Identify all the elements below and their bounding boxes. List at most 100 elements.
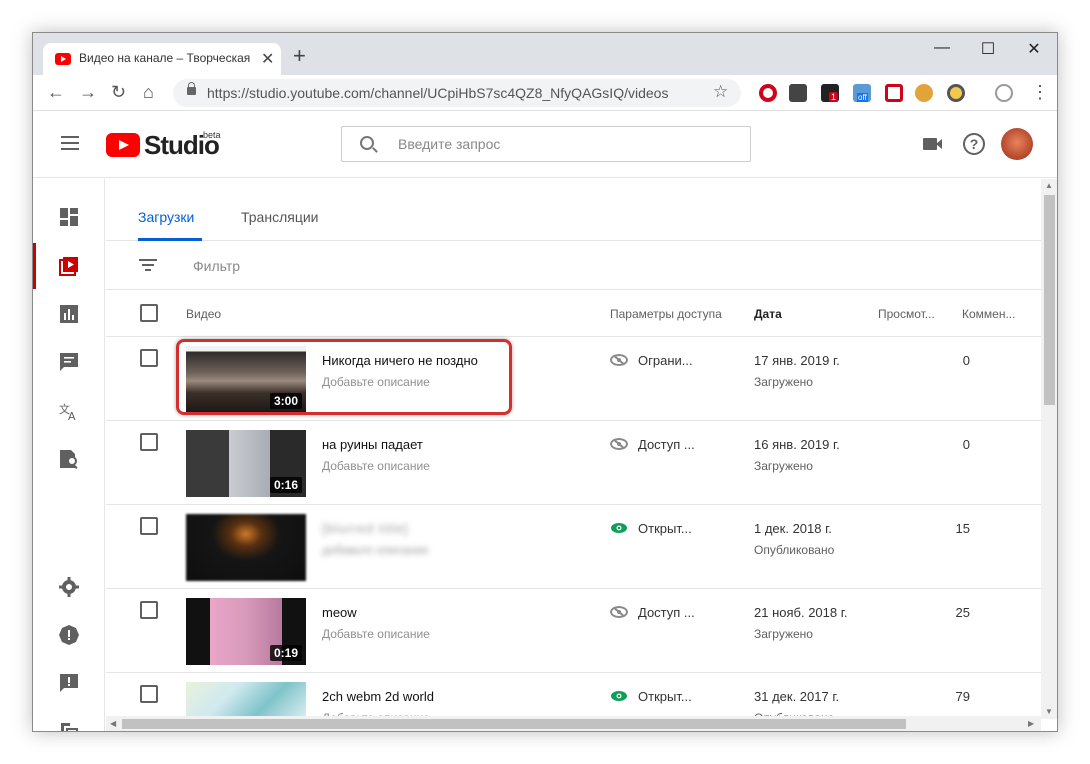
video-comments: 0	[976, 605, 1041, 620]
video-description[interactable]: добавьте описание	[322, 543, 429, 557]
horizontal-scrollbar[interactable]: ◀ ▶	[106, 716, 1041, 731]
table-row[interactable]: [blurred title] добавьте описание Открыт…	[106, 505, 1041, 589]
video-views: 15	[955, 521, 970, 536]
translations-icon[interactable]: 文A	[59, 401, 79, 421]
close-window-button[interactable]: ✕	[1011, 39, 1057, 59]
row-checkbox[interactable]	[140, 517, 158, 535]
visibility-label[interactable]: Доступ ...	[638, 437, 695, 452]
help-icon[interactable]: ?	[963, 133, 985, 155]
tab-close-icon[interactable]: ✕	[261, 49, 274, 69]
scroll-left-icon[interactable]: ◀	[110, 719, 116, 728]
profile-icon[interactable]	[995, 84, 1013, 102]
horizontal-scroll-thumb[interactable]	[122, 719, 906, 729]
browser-tab[interactable]: Видео на канале – Творческая с ✕	[43, 43, 281, 75]
back-button[interactable]: ←	[47, 82, 65, 102]
bookmark-star-icon[interactable]: ☆	[713, 82, 728, 102]
avatar[interactable]	[1001, 128, 1033, 160]
scroll-right-icon[interactable]: ▶	[1028, 719, 1034, 728]
video-description[interactable]: Добавьте описание	[322, 627, 430, 641]
comments-icon[interactable]	[59, 352, 79, 372]
video-thumbnail[interactable]: 0:19	[186, 598, 306, 665]
url-text: https://studio.youtube.com/channel/UCpiH…	[207, 85, 669, 101]
video-duration: 0:19	[269, 645, 302, 661]
scroll-up-icon[interactable]: ▲	[1045, 181, 1053, 190]
column-views[interactable]: Просмот...	[878, 307, 935, 321]
visibility-label[interactable]: Открыт...	[638, 689, 692, 704]
creator-studio-classic-icon[interactable]	[59, 721, 79, 732]
browser-menu-icon[interactable]: ⋮	[1031, 82, 1049, 102]
visibility-label[interactable]: Ограни...	[638, 353, 693, 368]
video-thumbnail[interactable]: 0:16	[186, 430, 306, 497]
video-description[interactable]: Добавьте описание	[322, 459, 430, 473]
tab-title: Видео на канале – Творческая с	[79, 51, 253, 65]
hamburger-menu-icon[interactable]	[61, 136, 79, 150]
browser-window: Видео на канале – Творческая с ✕ + — ☐ ✕…	[32, 32, 1058, 732]
play-extension-icon[interactable]	[885, 84, 903, 102]
column-comments[interactable]: Коммен...	[962, 307, 1015, 321]
video-title[interactable]: на руины падает	[322, 437, 423, 452]
alert-icon[interactable]	[59, 625, 79, 645]
maximize-button[interactable]: ☐	[965, 39, 1011, 59]
row-checkbox[interactable]	[140, 601, 158, 619]
highlight-annotation	[176, 339, 512, 415]
youtube-logo-icon[interactable]	[106, 133, 140, 157]
create-video-icon[interactable]	[923, 138, 942, 150]
video-thumbnail[interactable]	[186, 514, 306, 581]
owl-extension-icon[interactable]	[915, 84, 933, 102]
dashboard-icon[interactable]	[59, 207, 79, 227]
extension-icon[interactable]	[789, 84, 807, 102]
search-input[interactable]: Введите запрос	[398, 136, 500, 152]
forward-button[interactable]: →	[79, 82, 97, 102]
table-row[interactable]: 3:00 Никогда ничего не поздно Добавьте о…	[106, 337, 1041, 421]
new-tab-button[interactable]: +	[293, 45, 306, 67]
video-views: 25	[955, 605, 970, 620]
column-date[interactable]: Дата	[754, 307, 782, 321]
vertical-scroll-thumb[interactable]	[1044, 195, 1055, 405]
row-checkbox[interactable]	[140, 349, 158, 367]
opera-extension-icon[interactable]	[759, 84, 777, 102]
video-title[interactable]: 2ch webm 2d world	[322, 689, 434, 704]
video-duration: 0:16	[269, 477, 302, 493]
minimize-button[interactable]: —	[919, 39, 965, 57]
row-checkbox[interactable]	[140, 685, 158, 703]
video-date: 1 дек. 2018 г.	[754, 521, 832, 536]
tab-live[interactable]: Трансляции	[241, 209, 318, 225]
reload-button[interactable]: ↻	[111, 82, 126, 102]
filter-input[interactable]: Фильтр	[193, 258, 240, 274]
video-date: 17 янв. 2019 г.	[754, 353, 840, 368]
visibility-label[interactable]: Открыт...	[638, 521, 692, 536]
address-bar[interactable]: https://studio.youtube.com/channel/UCpiH…	[173, 79, 741, 107]
feedback-icon[interactable]	[59, 673, 79, 693]
video-thumbnail[interactable]	[186, 682, 306, 719]
video-status: Загружено	[754, 375, 813, 389]
table-row[interactable]: 2ch webm 2d world Добавьте описание Откр…	[106, 673, 1041, 719]
video-title[interactable]: [blurred title]	[322, 521, 409, 536]
analytics-icon[interactable]	[59, 304, 79, 324]
table-row[interactable]: 0:19 meow Добавьте описание Доступ ... 2…	[106, 589, 1041, 673]
coin-extension-icon[interactable]	[947, 84, 965, 102]
row-checkbox[interactable]	[140, 433, 158, 451]
eye-off-icon	[610, 438, 628, 450]
badge-extension-icon[interactable]: 1	[821, 84, 839, 102]
content-tabs: Загрузки Трансляции	[106, 179, 1041, 241]
video-status: Загружено	[754, 627, 813, 641]
select-all-checkbox[interactable]	[140, 304, 158, 322]
copyright-search-icon[interactable]	[59, 449, 79, 469]
scroll-down-icon[interactable]: ▼	[1045, 707, 1053, 716]
video-date: 31 дек. 2017 г.	[754, 689, 840, 704]
visibility-label[interactable]: Доступ ...	[638, 605, 695, 620]
table-row[interactable]: 0:16 на руины падает Добавьте описание Д…	[106, 421, 1041, 505]
home-button[interactable]: ⌂	[143, 82, 154, 102]
video-views: 0	[962, 437, 970, 452]
table-header: Видео Параметры доступа Дата Просмот... …	[106, 290, 1041, 337]
search-box[interactable]: Введите запрос	[341, 126, 751, 162]
settings-gear-icon[interactable]	[59, 577, 79, 597]
tab-uploads[interactable]: Загрузки	[138, 209, 194, 225]
vertical-scrollbar[interactable]: ▲ ▼	[1041, 179, 1057, 719]
video-comments: 0	[976, 521, 1041, 536]
video-title[interactable]: meow	[322, 605, 357, 620]
column-access[interactable]: Параметры доступа	[610, 307, 722, 321]
off-extension-icon[interactable]: off	[853, 84, 871, 102]
filter-icon[interactable]	[139, 259, 157, 271]
videos-icon[interactable]	[59, 256, 79, 276]
